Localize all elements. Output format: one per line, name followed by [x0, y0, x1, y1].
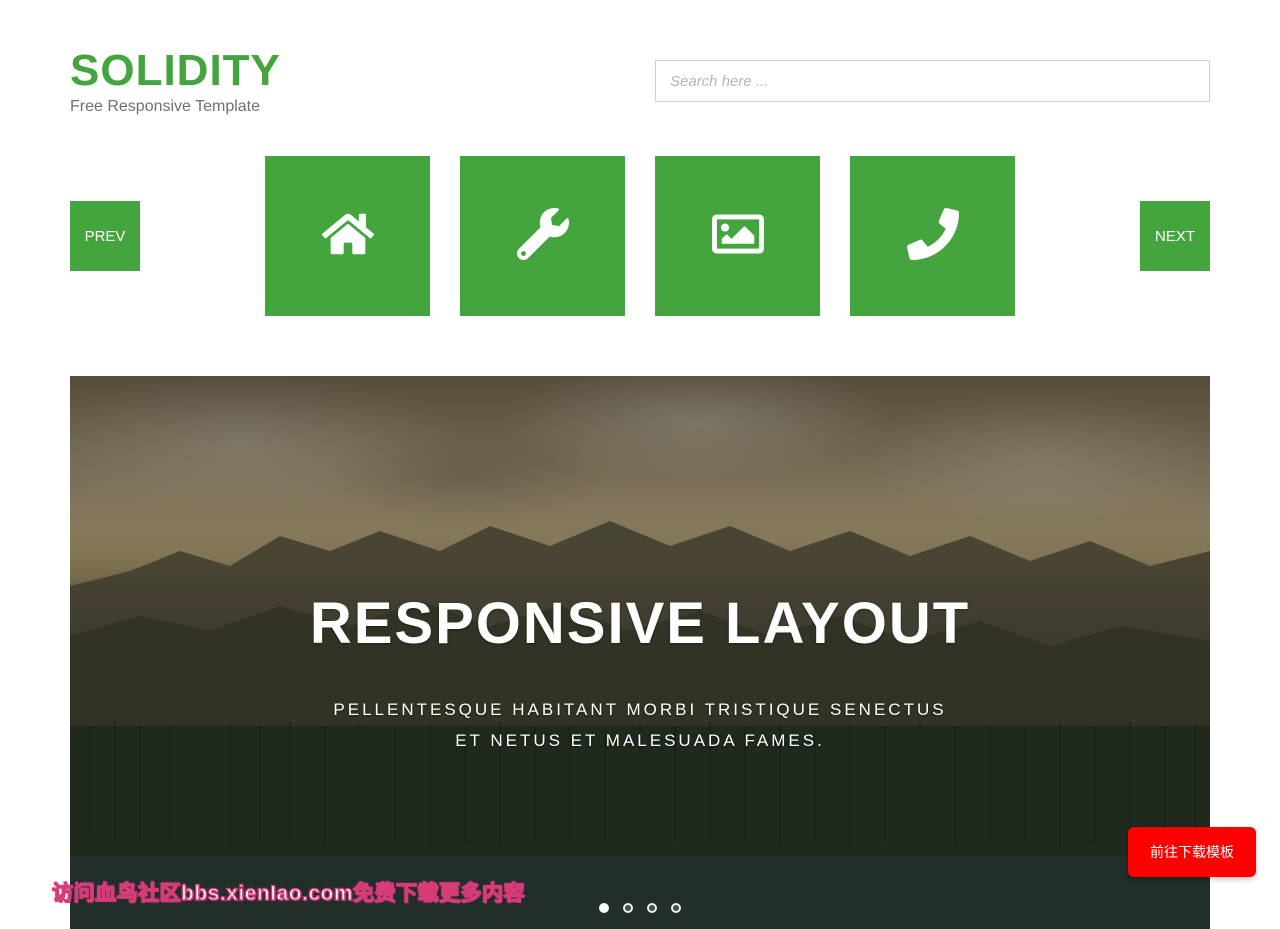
header: SOLIDITY Free Responsive Template [70, 0, 1210, 116]
nav-tile-home[interactable] [265, 156, 430, 316]
brand-title: SOLIDITY [70, 48, 281, 94]
prev-button[interactable]: PREV [70, 201, 140, 271]
slider-dots [599, 903, 681, 913]
download-template-button[interactable]: 前往下载模板 [1128, 827, 1256, 877]
watermark-text: 访问血鸟社区bbs.xienIao.com免费下载更多内容 [52, 877, 525, 907]
slider-dot-4[interactable] [671, 903, 681, 913]
hero-subtitle: PELLENTESQUE HABITANT MORBI TRISTIQUE SE… [70, 695, 1210, 756]
next-button[interactable]: NEXT [1140, 201, 1210, 271]
brand-block: SOLIDITY Free Responsive Template [70, 48, 281, 116]
hero-line1: PELLENTESQUE HABITANT MORBI TRISTIQUE SE… [333, 700, 946, 719]
search-input[interactable] [655, 60, 1210, 102]
wrench-icon [517, 208, 569, 265]
slider-dot-1[interactable] [599, 903, 609, 913]
nav-tile-gallery[interactable] [655, 156, 820, 316]
home-icon [322, 208, 374, 265]
nav-row: PREV NEXT [70, 156, 1210, 316]
hero-title: RESPONSIVE LAYOUT [70, 590, 1210, 657]
phone-icon [907, 208, 959, 265]
brand-subtitle: Free Responsive Template [70, 98, 281, 116]
hero-content: RESPONSIVE LAYOUT PELLENTESQUE HABITANT … [70, 590, 1210, 756]
slider-dot-2[interactable] [623, 903, 633, 913]
image-icon [712, 208, 764, 265]
nav-tile-services[interactable] [460, 156, 625, 316]
hero-line2: ET NETUS ET MALESUADA FAMES. [455, 731, 825, 750]
nav-tile-contact[interactable] [850, 156, 1015, 316]
hero-slider: RESPONSIVE LAYOUT PELLENTESQUE HABITANT … [70, 376, 1210, 929]
slider-dot-3[interactable] [647, 903, 657, 913]
nav-tiles [265, 156, 1015, 316]
